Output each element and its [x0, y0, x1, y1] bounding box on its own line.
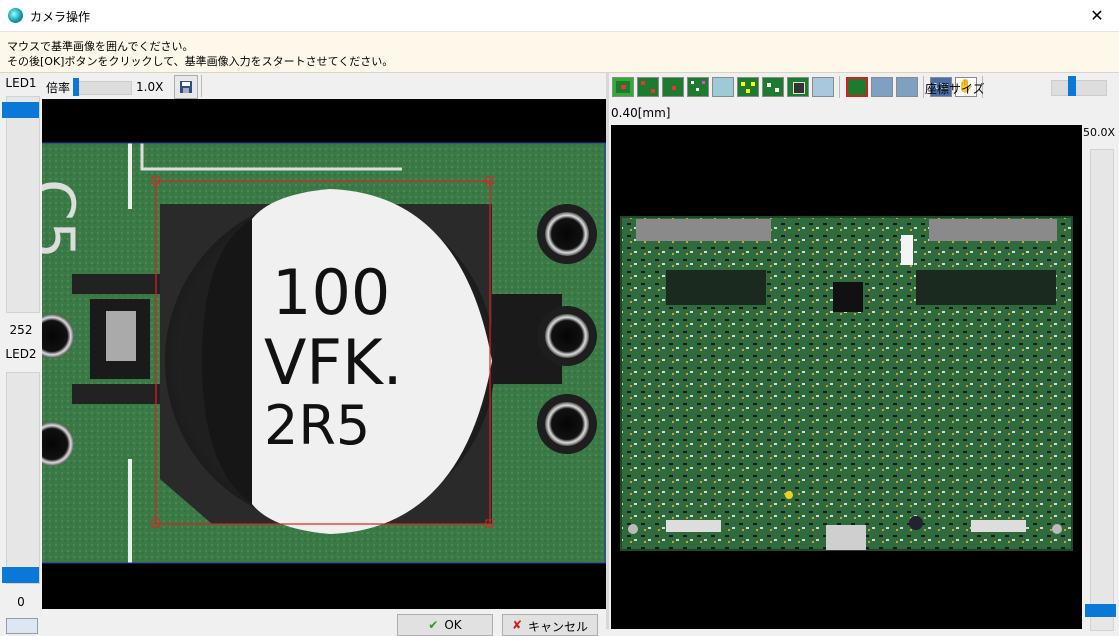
window-title: カメラ操作 [30, 10, 91, 24]
led-scroll-button[interactable] [6, 618, 38, 634]
led1-slider-thumb[interactable] [2, 102, 39, 118]
camera-view[interactable]: C5 100 VFK. 2R5 [42, 99, 606, 609]
board-frame-icon[interactable] [871, 77, 893, 97]
overview-zoom-value: 50.0X [1083, 126, 1116, 139]
camera-image: C5 100 VFK. 2R5 [42, 142, 606, 564]
app-icon [8, 8, 23, 23]
board-overview[interactable] [611, 125, 1082, 629]
save-button[interactable] [174, 75, 198, 99]
instruction-line-2: その後[OK]ボタンをクリックして、基準画像入力をスタートさせてください。 [7, 55, 394, 68]
toolbar-separator [839, 76, 840, 98]
board-dot-icon[interactable] [662, 77, 684, 97]
left-toolbar: 倍率 1.0X [42, 73, 606, 100]
component-marking-1: 100 [272, 256, 390, 329]
right-toolbar: 100 ✋ [609, 73, 1119, 101]
overview-zoom-slider-thumb[interactable] [1085, 604, 1116, 617]
overview-zoom-slider[interactable] [1090, 149, 1114, 631]
led-panel: LED1 252 LED2 0 [0, 73, 43, 634]
instruction-panel: マウスで基準画像を囲んでください。 その後[OK]ボタンをクリックして、基準画像… [0, 32, 1119, 73]
led2-slider[interactable] [6, 372, 40, 584]
zoom-label: 倍率 [46, 81, 71, 95]
led2-label: LED2 [5, 347, 37, 361]
led1-value: 252 [9, 323, 33, 337]
board-select-icon[interactable] [846, 77, 868, 97]
led1-label: LED1 [5, 76, 37, 90]
coord-size-label: 座標サイズ [925, 82, 985, 96]
zoom-slider-thumb[interactable] [73, 78, 79, 96]
led1-slider[interactable] [6, 96, 40, 313]
board-grid-icon[interactable] [687, 77, 709, 97]
ok-button[interactable]: ✔ OK [397, 614, 493, 636]
footer: ✔ OK ✘ キャンセル [42, 609, 606, 636]
toolbar-separator [923, 76, 924, 98]
board-list-icon[interactable] [812, 77, 834, 97]
board-points-icon[interactable] [637, 77, 659, 97]
toolbar-separator [201, 75, 202, 97]
component-marking-2: VFK. [264, 326, 402, 399]
title-bar: カメラ操作 ✕ [0, 0, 1119, 32]
close-button[interactable]: ✕ [1075, 0, 1119, 31]
close-icon: ✕ [1090, 6, 1104, 25]
led2-slider-thumb[interactable] [2, 567, 39, 583]
cancel-button[interactable]: ✘ キャンセル [502, 614, 598, 636]
board-frame2-icon[interactable] [896, 77, 918, 97]
cross-icon: ✘ [511, 618, 523, 632]
ok-button-label: OK [444, 618, 462, 632]
coord-size-slider-thumb[interactable] [1068, 76, 1076, 96]
board-image [620, 216, 1073, 551]
board-green-icon[interactable] [762, 77, 784, 97]
zoom-slider[interactable] [73, 81, 132, 95]
save-icon [180, 81, 192, 93]
board-light-icon[interactable] [712, 77, 734, 97]
svg-text:C5: C5 [42, 179, 87, 259]
cancel-button-label: キャンセル [528, 620, 589, 634]
led2-value: 0 [17, 595, 25, 609]
coord-size-slider[interactable] [1051, 80, 1107, 96]
board-red-icon[interactable] [612, 77, 634, 97]
board-yellow-icon[interactable] [737, 77, 759, 97]
scale-label: 0.40[mm] [611, 106, 671, 120]
zoom-value: 1.0X [136, 80, 164, 94]
instruction-line-1: マウスで基準画像を囲んでください。 [7, 40, 194, 53]
pane-divider[interactable] [606, 73, 609, 629]
component-marking-3: 2R5 [264, 394, 370, 457]
check-icon: ✔ [428, 618, 439, 632]
board-chip-icon[interactable] [787, 77, 809, 97]
